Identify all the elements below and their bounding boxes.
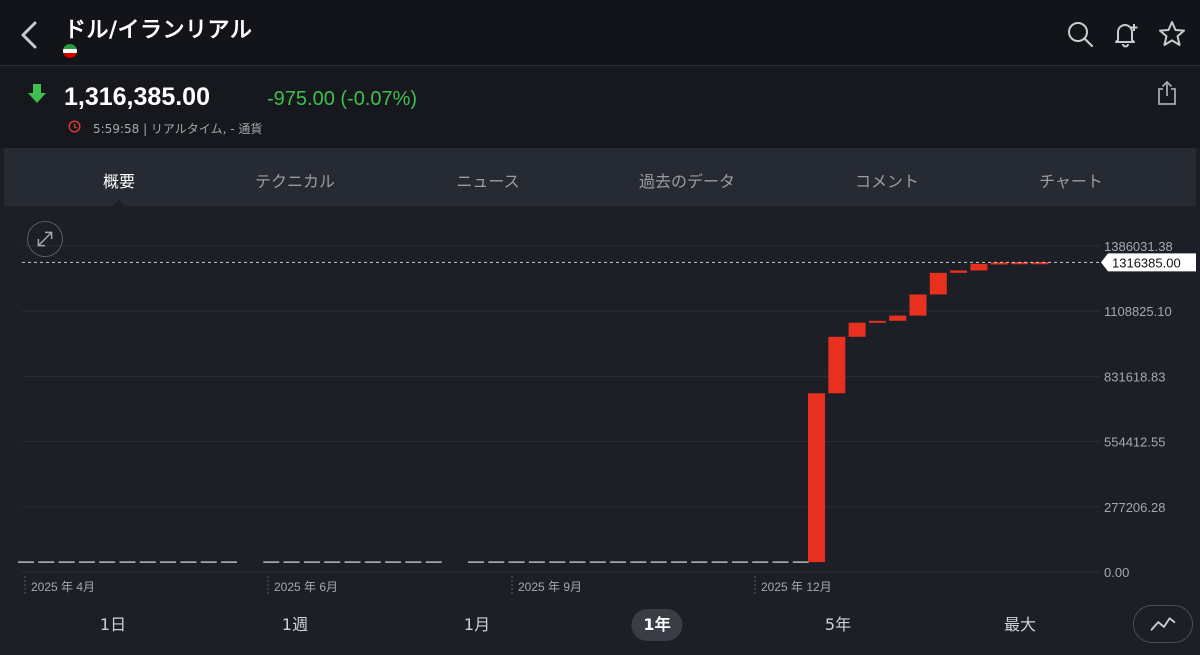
period-1m[interactable]: 1月 <box>452 609 502 641</box>
period-5y[interactable]: 5年 <box>813 609 863 641</box>
expand-icon[interactable] <box>27 221 63 257</box>
candle <box>868 320 886 323</box>
tab-overview[interactable]: 概要 <box>103 168 135 192</box>
chart-canvas: 1386031.38 1108825.10 831618.83 554412.55 27… <box>18 239 1196 594</box>
candle <box>808 393 825 563</box>
candle <box>828 336 846 394</box>
flag-icon <box>63 44 77 58</box>
current-price: 1,316,385.00 <box>64 83 210 111</box>
quote-panel: 1,316,385.00 -975.00 (-0.07%) 5:59:58 | … <box>0 66 1200 148</box>
period-1w[interactable]: 1週 <box>270 609 320 641</box>
tab-comments[interactable]: コメント <box>855 168 919 192</box>
search-icon[interactable] <box>1066 20 1094 48</box>
candle <box>848 322 866 337</box>
chart-type-toggle-icon[interactable] <box>1133 605 1193 643</box>
page-title: ドル/イランリアル <box>64 18 253 43</box>
star-icon[interactable] <box>1158 20 1186 48</box>
top-bar: ドル/イランリアル <box>0 0 1200 66</box>
back-icon[interactable] <box>16 20 42 50</box>
period-1y[interactable]: 1年 <box>631 609 683 641</box>
tab-historical-data[interactable]: 過去のデータ <box>639 168 735 192</box>
tab-news[interactable]: ニュース <box>456 168 519 192</box>
y-tick-label: 554412.55 <box>1104 435 1165 450</box>
current-price-label: 1316385.00 <box>1112 255 1181 270</box>
x-tick-label: 2025 年 4月 <box>31 580 95 594</box>
time-info: 5:59:58 | リアルタイム, - 通貨 <box>93 122 263 136</box>
candle <box>929 272 947 295</box>
candle <box>889 315 907 321</box>
y-tick-label: 0.00 <box>1104 565 1129 580</box>
price-chart[interactable]: 1386031.38 1108825.10 831618.83 554412.55 27… <box>0 206 1200 602</box>
x-tick-label: 2025 年 6月 <box>274 580 338 594</box>
x-tick-label: 2025 年 12月 <box>761 580 832 594</box>
y-tick-label: 277206.28 <box>1104 500 1165 515</box>
y-tick-label: 1386031.38 <box>1104 239 1173 254</box>
x-tick-label: 2025 年 9月 <box>518 580 582 594</box>
header-actions <box>1066 20 1186 48</box>
bell-plus-icon[interactable] <box>1112 20 1140 48</box>
period-1d[interactable]: 1日 <box>88 609 138 641</box>
candle <box>950 270 968 273</box>
arrow-down-icon <box>28 84 46 103</box>
y-tick-label: 831618.83 <box>1104 369 1165 384</box>
section-tabs: 概要 テクニカル ニュース 過去のデータ コメント チャート <box>4 148 1196 206</box>
period-selector: 1日 1週 1月 1年 5年 最大 <box>0 602 1200 655</box>
candle <box>1031 262 1049 265</box>
candle <box>909 294 927 316</box>
y-tick-label: 1108825.10 <box>1104 304 1172 319</box>
tab-technical[interactable]: テクニカル <box>255 168 335 192</box>
tab-chart[interactable]: チャート <box>1039 168 1103 192</box>
clock-icon <box>68 120 81 133</box>
share-icon[interactable] <box>1156 80 1178 106</box>
period-max[interactable]: 最大 <box>992 609 1048 641</box>
price-change: -975.00 (-0.07%) <box>267 88 418 110</box>
candle <box>990 262 1008 265</box>
candle <box>970 263 988 271</box>
